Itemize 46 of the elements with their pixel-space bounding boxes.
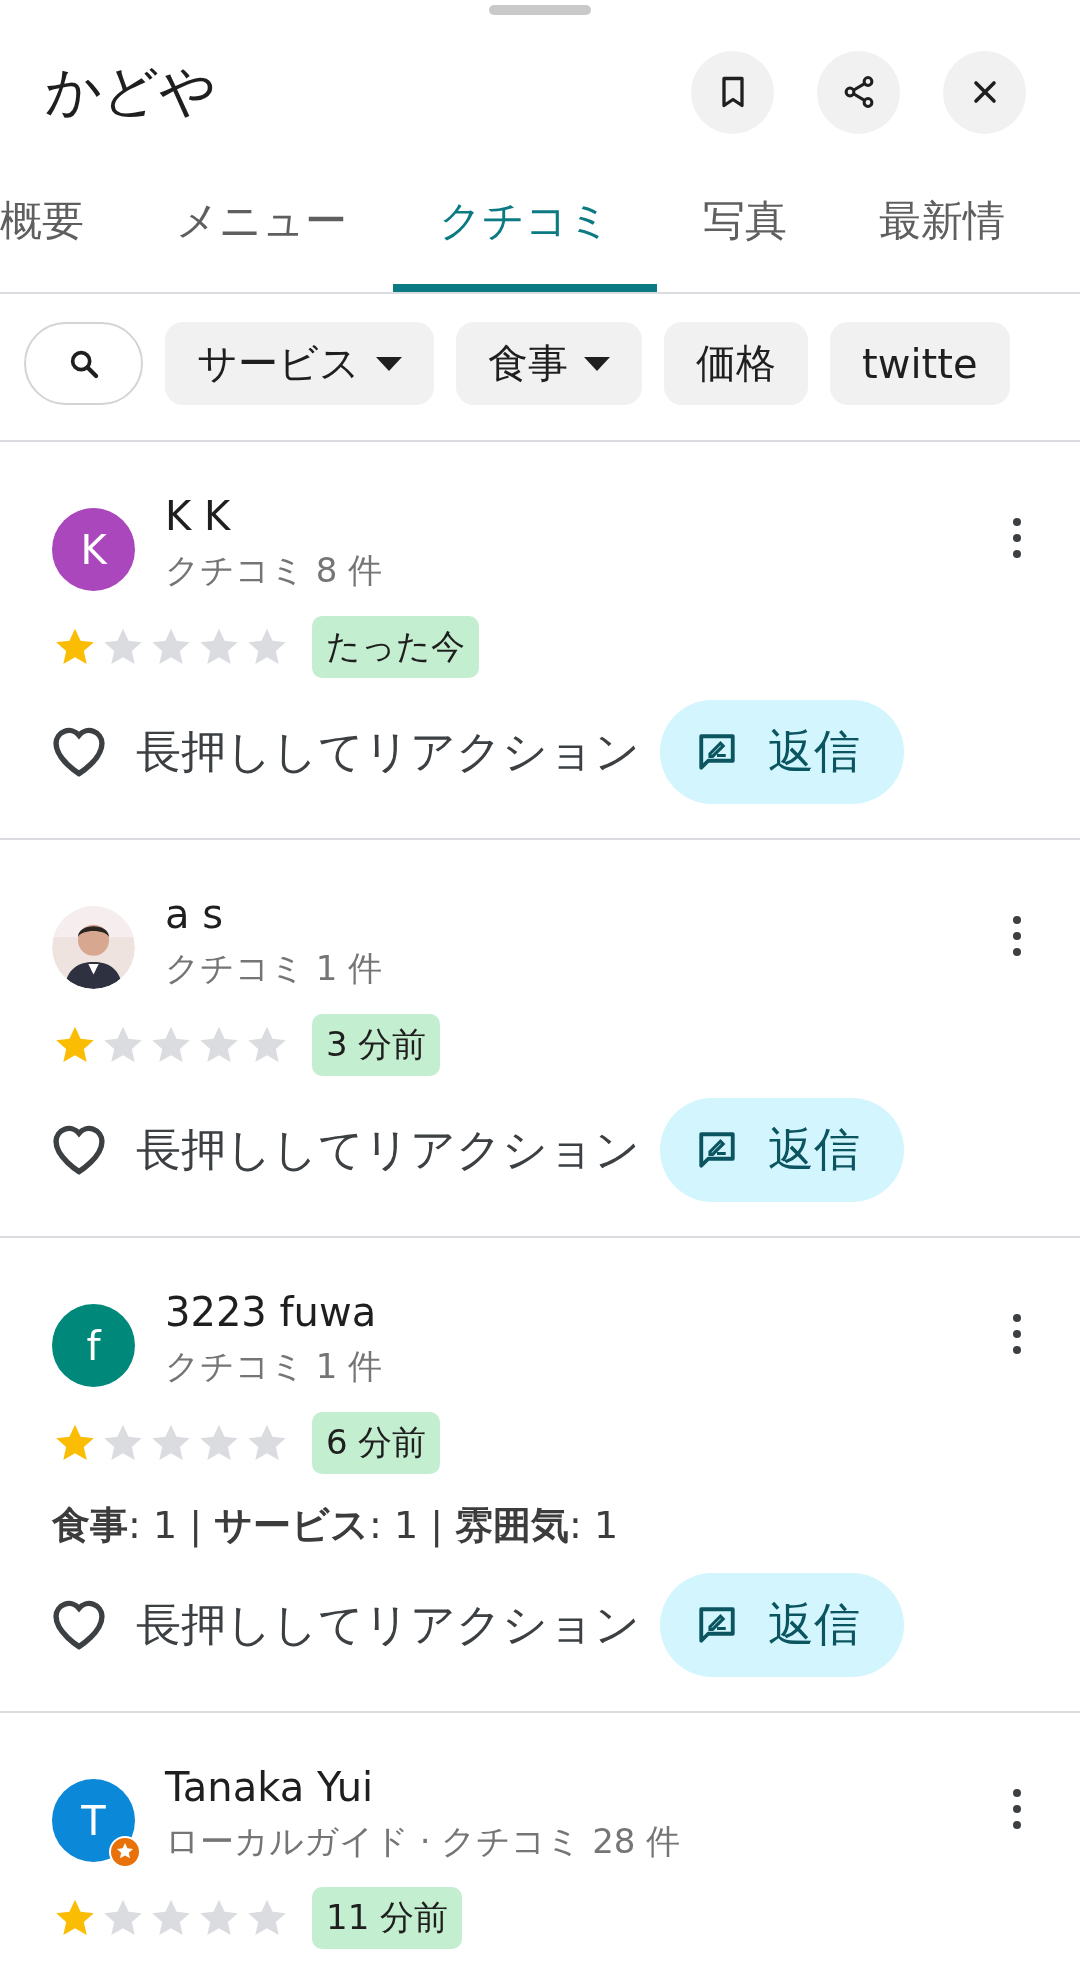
review-time: 11 分前 (312, 1887, 463, 1949)
review-count: クチコミ 8 件 (165, 549, 384, 592)
review-count: クチコミ 1 件 (165, 1345, 384, 1388)
filter-dropdown[interactable]: サービス (165, 322, 434, 405)
reply-icon (696, 731, 738, 773)
reply-button[interactable]: 返信 (660, 1573, 904, 1677)
review-time: たった今 (312, 616, 479, 678)
reply-button[interactable]: 返信 (660, 700, 904, 804)
avatar[interactable]: K (52, 508, 135, 591)
more-options-icon[interactable] (1010, 1312, 1024, 1356)
heart-icon[interactable] (52, 727, 106, 777)
tab[interactable]: 最新情 (833, 181, 1051, 292)
reply-icon (696, 1604, 738, 1646)
more-options-icon[interactable] (1010, 1787, 1024, 1831)
reaction-hint: 長押ししてリアクション (136, 1122, 640, 1178)
more-options-icon[interactable] (1010, 516, 1024, 560)
review-time: 6 分前 (312, 1412, 441, 1474)
filter-chip[interactable]: twitte (830, 322, 1010, 405)
tab[interactable]: メニュー (130, 181, 393, 292)
place-title: かどや (45, 57, 217, 125)
avatar[interactable]: f (52, 1304, 135, 1387)
heart-icon[interactable] (52, 1600, 106, 1650)
reviewer-name[interactable]: 3223 fuwa (165, 1286, 980, 1338)
review-time: 3 分前 (312, 1014, 441, 1076)
more-options-icon[interactable] (1010, 914, 1024, 958)
caret-icon (584, 356, 610, 371)
reaction-hint: 長押ししてリアクション (136, 1597, 640, 1653)
reply-button[interactable]: 返信 (660, 1098, 904, 1202)
local-guide-badge-icon (109, 1836, 141, 1868)
avatar[interactable]: T (52, 1779, 135, 1862)
review-count: クチコミ 1 件 (165, 947, 384, 990)
tab[interactable]: 写真 (657, 181, 833, 292)
tab[interactable]: 概要 (0, 181, 130, 292)
reviewer-name[interactable]: Tanaka Yui (165, 1761, 980, 1813)
tab[interactable]: クチコミ (393, 181, 657, 292)
review-count: ローカルガイド · クチコミ 28 件 (165, 1820, 682, 1863)
reviewer-name[interactable]: a s (165, 888, 980, 940)
filter-dropdown[interactable]: 食事 (456, 322, 642, 405)
reviewer-name[interactable]: K K (165, 490, 980, 542)
reaction-hint: 長押ししてリアクション (136, 724, 640, 780)
rating-details: 食事: 1 | サービス: 1 | 雰囲気: 1 (52, 1502, 620, 1550)
caret-icon (376, 356, 402, 371)
reply-icon (696, 1129, 738, 1171)
heart-icon[interactable] (52, 1125, 106, 1175)
filter-chip[interactable]: 価格 (664, 322, 808, 405)
drag-handle[interactable] (489, 5, 591, 15)
